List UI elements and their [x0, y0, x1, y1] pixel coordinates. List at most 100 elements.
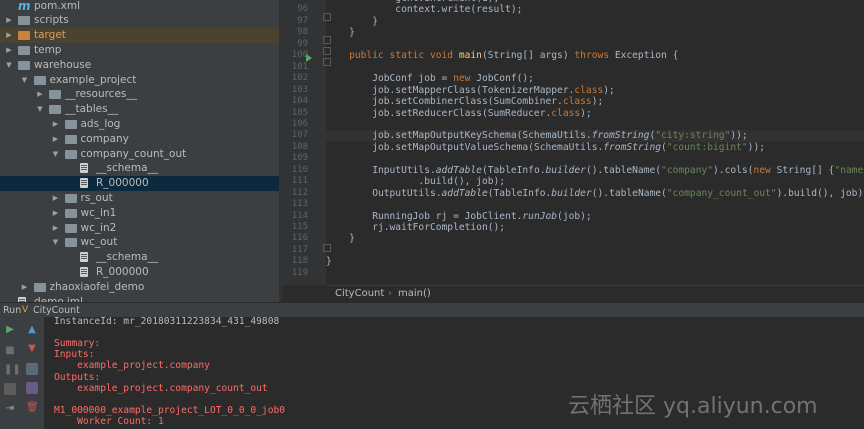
chevron-right-icon[interactable]: ▶	[51, 206, 61, 221]
stop-icon[interactable]: ■	[4, 345, 16, 357]
console-line: example_project.company_count_out	[54, 382, 268, 394]
line-number: 100	[291, 50, 308, 61]
pause-icon[interactable]: ❚❚	[4, 364, 21, 376]
folder-icon	[49, 105, 61, 115]
run-gutter-icon[interactable]	[306, 54, 312, 62]
exit-icon[interactable]: ⇥	[4, 403, 16, 415]
code-line[interactable]: rj.waitForCompletion();	[326, 222, 864, 234]
trash-icon[interactable]: 🗑	[26, 402, 39, 414]
code-line[interactable]	[326, 153, 864, 165]
tree-item[interactable]: ▼ __tables__	[0, 102, 279, 117]
tree-item[interactable]: ▼ wc_out	[0, 235, 279, 250]
tree-item[interactable]: ▶ scripts	[0, 13, 279, 28]
dump-threads-icon[interactable]	[4, 383, 16, 395]
tree-item[interactable]: ▼ company_count_out	[0, 147, 279, 162]
tree-item-label: company_count_out	[80, 147, 187, 160]
code-line[interactable]: job.setCombinerClass(SumCombiner.class);	[326, 96, 864, 108]
fold-marker-icon[interactable]	[323, 244, 331, 252]
chevron-down-icon[interactable]: ▼	[51, 235, 61, 250]
code-editor[interactable]: gcnt.increment(1); context.write(result)…	[326, 0, 864, 285]
tree-item[interactable]: __schema__	[0, 250, 279, 265]
chevron-right-icon[interactable]: ▶	[4, 28, 14, 43]
code-line[interactable]: RunningJob rj = JobClient.runJob(job);	[326, 211, 864, 223]
code-line[interactable]: }	[326, 256, 864, 268]
code-line[interactable]	[326, 245, 864, 257]
code-line[interactable]: job.setMapOutputValueSchema(SchemaUtils.…	[326, 142, 864, 154]
editor-breadcrumb: CityCount › main()	[326, 285, 864, 303]
fold-marker-icon[interactable]	[323, 13, 331, 21]
tree-item[interactable]: ▶ __resources__	[0, 87, 279, 102]
folder-icon	[33, 282, 46, 292]
fold-marker-icon[interactable]	[323, 58, 331, 66]
chevron-right-icon[interactable]: ▶	[20, 280, 30, 295]
chevron-right-icon[interactable]: ▶	[51, 117, 61, 132]
fold-marker-icon[interactable]	[323, 47, 331, 55]
tree-item[interactable]: __schema__	[0, 161, 279, 176]
tree-item-label: warehouse	[34, 58, 92, 71]
tree-item[interactable]: ▶ ads_log	[0, 117, 279, 132]
fold-marker-icon[interactable]	[323, 36, 331, 44]
chevron-down-icon[interactable]: ▼	[4, 58, 14, 73]
line-number: 114	[291, 210, 308, 221]
chevron-right-icon[interactable]: ▶	[4, 43, 14, 58]
run-config-name[interactable]: CityCount	[33, 303, 80, 318]
tree-item[interactable]: ▶ target	[0, 28, 279, 44]
tree-item[interactable]: ▶ wc_in1	[0, 206, 279, 221]
code-line[interactable]: job.setReducerClass(SumReducer.class);	[326, 108, 864, 120]
tree-item[interactable]: ▶ wc_in2	[0, 221, 279, 236]
chevron-down-icon[interactable]: ▼	[20, 73, 30, 88]
code-line[interactable]: InputUtils.addTable(TableInfo.builder().…	[326, 165, 864, 177]
code-line[interactable]	[326, 199, 864, 211]
tree-item-label: R_000000	[96, 177, 149, 190]
code-line[interactable]	[326, 62, 864, 74]
code-line[interactable]: }	[326, 233, 864, 245]
tree-item-label: __schema__	[96, 251, 159, 264]
chevron-right-icon[interactable]: ▶	[4, 13, 14, 28]
tree-item-label: wc_in2	[80, 221, 117, 234]
tree-item[interactable]: ▼ example_project	[0, 73, 279, 88]
code-line[interactable]: public static void main(String[] args) t…	[326, 50, 864, 62]
tree-item[interactable]: ▶ temp	[0, 43, 279, 58]
folder-icon	[64, 134, 77, 144]
tree-item[interactable]: R_000000	[0, 265, 279, 280]
tree-item[interactable]: ▼ warehouse	[0, 58, 279, 73]
code-line[interactable]: OutputUtils.addTable(TableInfo.builder()…	[326, 188, 864, 200]
tree-item[interactable]: ▶ company	[0, 132, 279, 147]
folder-icon	[64, 208, 77, 218]
tree-item[interactable]: ▶ zhaoxiaofei_demo	[0, 280, 279, 295]
code-line[interactable]: job.setMapOutputKeySchema(SchemaUtils.fr…	[326, 130, 864, 143]
run-tab-label[interactable]: Run	[3, 303, 21, 318]
chevron-down-icon[interactable]: ▼	[51, 147, 61, 162]
code-line[interactable]: }	[326, 16, 864, 28]
chevron-right-icon[interactable]: ▶	[35, 87, 45, 102]
line-number: 117	[291, 244, 308, 255]
file-icon	[80, 252, 88, 263]
code-line[interactable]: context.write(result);	[326, 4, 864, 16]
chevron-down-icon[interactable]: ▼	[35, 102, 45, 117]
rerun-icon[interactable]: ▶	[4, 324, 16, 336]
code-line[interactable]: job.setMapperClass(TokenizerMapper.class…	[326, 85, 864, 97]
chevron-right-icon[interactable]: ▶	[51, 191, 61, 206]
tree-item[interactable]: ▶ rs_out	[0, 191, 279, 206]
scroll-up-icon[interactable]: ▲	[26, 324, 38, 336]
print-icon[interactable]	[26, 382, 38, 394]
line-number: 110	[291, 164, 308, 175]
breadcrumb-class[interactable]: CityCount	[335, 286, 384, 302]
tree-item[interactable]: demo.iml	[0, 295, 279, 302]
chevron-right-icon[interactable]: ▶	[51, 132, 61, 147]
code-line[interactable]: }	[326, 27, 864, 39]
code-line[interactable]: JobConf job = new JobConf();	[326, 73, 864, 85]
code-line[interactable]	[326, 39, 864, 51]
tree-item[interactable]: m pom.xml	[0, 0, 279, 14]
soft-wrap-icon[interactable]	[26, 363, 38, 375]
line-number: 97	[297, 15, 308, 26]
code-line[interactable]: .build(), job);	[326, 176, 864, 188]
code-line[interactable]	[326, 268, 864, 280]
scroll-down-icon[interactable]: ▼	[26, 343, 38, 355]
tree-item[interactable]: R_000000	[0, 176, 279, 192]
breadcrumb-method[interactable]: main()	[398, 286, 431, 302]
chevron-right-icon[interactable]: ▶	[51, 221, 61, 236]
line-number: 119	[291, 267, 308, 278]
line-number: 111	[291, 176, 308, 187]
code-line[interactable]	[326, 119, 864, 131]
